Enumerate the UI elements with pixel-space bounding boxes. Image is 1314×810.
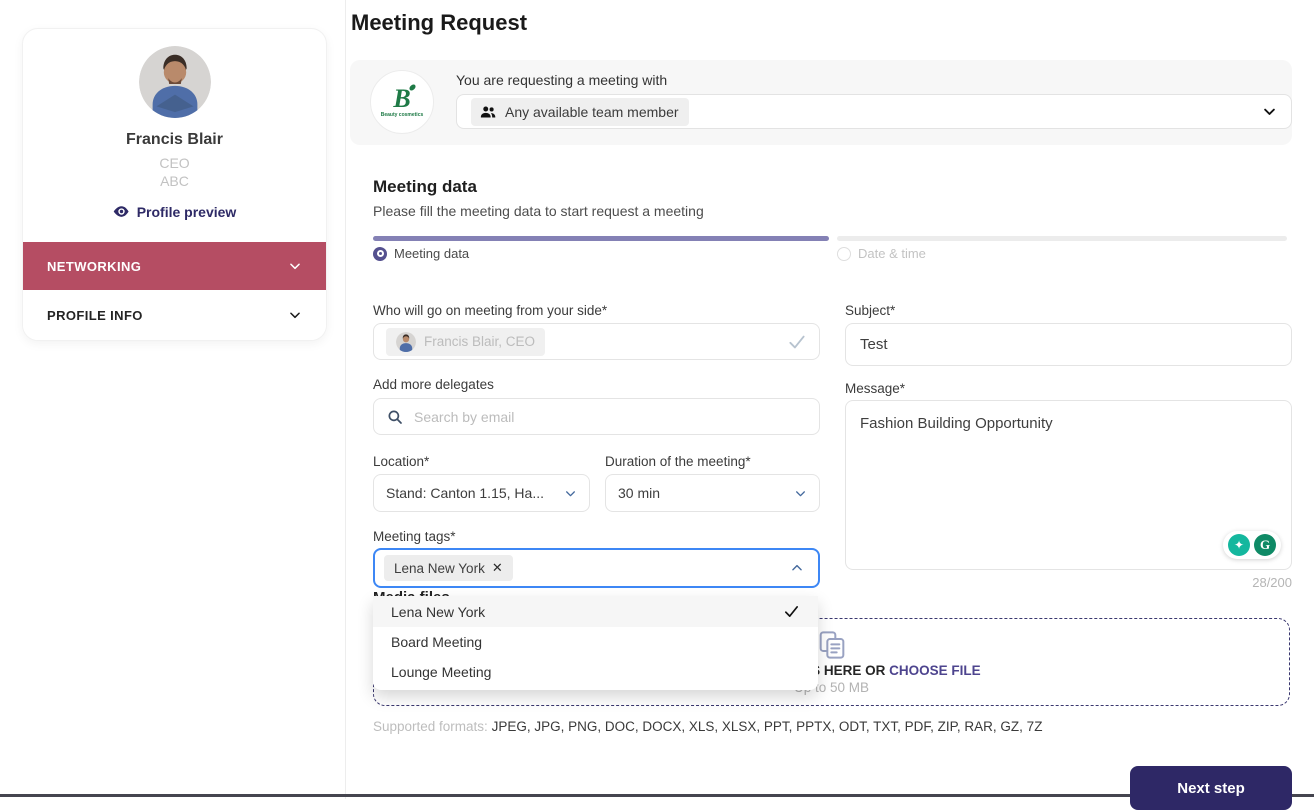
avatar: [396, 332, 416, 352]
profile-preview-link[interactable]: Profile preview: [23, 203, 326, 220]
team-member-select[interactable]: Any available team member: [456, 94, 1292, 129]
chevron-down-icon: [288, 308, 302, 322]
subject-field[interactable]: [845, 323, 1292, 366]
chevron-up-icon: [790, 561, 804, 575]
check-icon: [787, 332, 807, 352]
option-label: Lena New York: [391, 604, 485, 620]
duration-select[interactable]: 30 min: [605, 474, 820, 512]
radio-on-icon: [373, 247, 387, 261]
tag-chip-label: Lena New York: [394, 561, 485, 576]
next-step-button[interactable]: Next step: [1130, 766, 1292, 810]
location-value: Stand: Canton 1.15, Ha...: [386, 485, 544, 501]
team-member-value: Any available team member: [505, 104, 679, 120]
tags-multiselect[interactable]: Lena New York ✕: [373, 548, 820, 588]
search-icon: [386, 408, 404, 426]
remove-tag-icon[interactable]: ✕: [492, 560, 503, 576]
search-input[interactable]: [414, 409, 807, 425]
section-subtitle: Please fill the meeting data to start re…: [373, 203, 704, 219]
message-textarea[interactable]: Fashion Building Opportunity ✦ G: [845, 400, 1292, 570]
supported-formats-label: Supported formats:: [373, 719, 492, 734]
profile-company: ABC: [23, 172, 326, 190]
avatar: [139, 46, 211, 118]
sidebar-item-networking[interactable]: NETWORKING: [23, 242, 326, 290]
delegate-label: Who will go on meeting from your side*: [373, 303, 607, 318]
sidebar-item-profile-info[interactable]: PROFILE INFO: [23, 290, 326, 340]
location-select[interactable]: Stand: Canton 1.15, Ha...: [373, 474, 590, 512]
chevron-down-icon: [564, 487, 577, 500]
step2-progress-bar: [837, 236, 1287, 241]
char-counter: 28/200: [845, 575, 1292, 590]
supported-formats-list: JPEG, JPG, PNG, DOC, DOCX, XLS, XLSX, PP…: [492, 719, 1043, 734]
tags-option-lena-new-york[interactable]: Lena New York: [373, 596, 818, 627]
radio-off-icon: [837, 247, 851, 261]
chevron-down-icon: [1262, 104, 1277, 119]
subject-label: Subject*: [845, 303, 895, 318]
grammarly-widget[interactable]: ✦ G: [1223, 531, 1281, 559]
meeting-with-card: B Beauty cosmetics You are requesting a …: [350, 60, 1292, 145]
option-label: Lounge Meeting: [391, 664, 491, 680]
profile-info-label: PROFILE INFO: [47, 308, 143, 323]
tag-chip: Lena New York ✕: [384, 555, 513, 581]
duration-label: Duration of the meeting*: [605, 454, 751, 469]
section-title: Meeting data: [373, 177, 477, 197]
choose-file-link[interactable]: CHOOSE FILE: [889, 663, 981, 678]
step-meeting-data[interactable]: Meeting data: [373, 246, 469, 261]
subject-input[interactable]: [860, 336, 1277, 353]
message-label: Message*: [845, 381, 905, 396]
tags-option-board-meeting[interactable]: Board Meeting: [373, 627, 818, 657]
delegate-search-field[interactable]: [373, 398, 820, 435]
tags-label: Meeting tags*: [373, 529, 456, 544]
company-logo-letter: B: [393, 87, 410, 111]
window-bottom-edge: [0, 794, 1314, 797]
delegate-value: Francis Blair, CEO: [424, 334, 535, 349]
people-icon: [479, 103, 497, 121]
message-value: Fashion Building Opportunity: [860, 415, 1053, 432]
add-delegates-label: Add more delegates: [373, 377, 494, 392]
files-icon: [816, 629, 848, 661]
company-logo: B Beauty cosmetics: [370, 70, 434, 134]
chevron-down-icon: [288, 259, 302, 273]
step-date-time[interactable]: Date & time: [837, 246, 926, 261]
step2-label: Date & time: [858, 246, 926, 261]
profile-name: Francis Blair: [23, 131, 326, 149]
delegate-chip: Francis Blair, CEO: [386, 328, 545, 356]
tags-dropdown: Lena New York Board Meeting Lounge Meeti…: [373, 596, 818, 690]
eye-icon: [113, 203, 130, 220]
networking-label: NETWORKING: [47, 259, 141, 274]
profile-preview-label: Profile preview: [137, 204, 237, 220]
tags-option-lounge-meeting[interactable]: Lounge Meeting: [373, 657, 818, 687]
location-label: Location*: [373, 454, 429, 469]
profile-card: Francis Blair CEO ABC Profile preview NE…: [22, 28, 327, 341]
chevron-down-icon: [794, 487, 807, 500]
supported-formats: Supported formats: JPEG, JPG, PNG, DOC, …: [373, 719, 1042, 734]
duration-value: 30 min: [618, 485, 660, 501]
step1-progress-bar: [373, 236, 829, 241]
main-content: Meeting Request B Beauty cosmetics You a…: [346, 0, 1314, 799]
grammarly-icon: G: [1254, 534, 1276, 556]
option-label: Board Meeting: [391, 634, 482, 650]
team-member-chip: Any available team member: [471, 98, 689, 126]
delegate-field: Francis Blair, CEO: [373, 323, 820, 360]
left-sidebar: Francis Blair CEO ABC Profile preview NE…: [0, 0, 346, 799]
check-icon: [783, 603, 800, 620]
suggestion-bulb-icon: ✦: [1228, 534, 1250, 556]
profile-role: CEO: [23, 154, 326, 172]
page-title: Meeting Request: [351, 10, 527, 36]
step1-label: Meeting data: [394, 246, 469, 261]
meeting-with-label: You are requesting a meeting with: [456, 72, 667, 88]
